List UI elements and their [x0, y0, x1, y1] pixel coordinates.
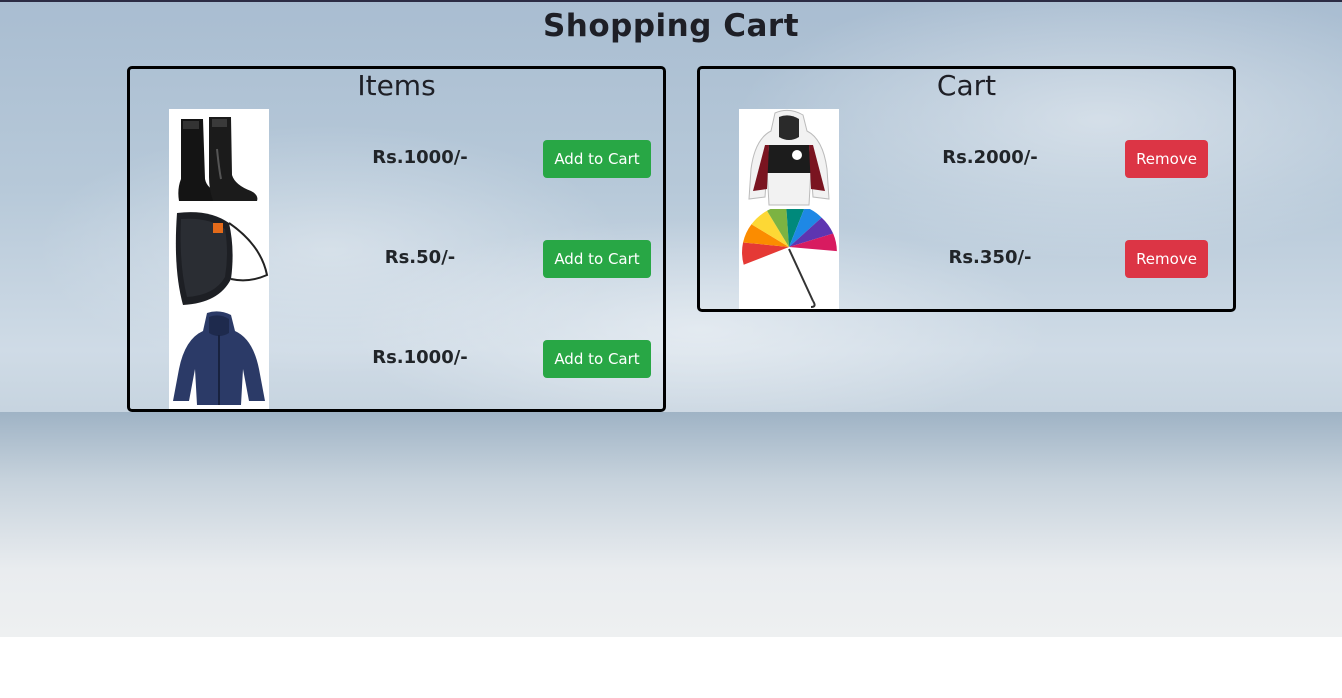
cart-panel-title: Cart: [936, 69, 997, 102]
add-to-cart-button[interactable]: Add to Cart: [543, 340, 651, 378]
item-row: Rs.1000/- Add to Cart: [130, 109, 663, 209]
face-mask-icon: [169, 209, 269, 309]
rain-jacket-icon: [169, 309, 269, 409]
page-title: Shopping Cart: [542, 8, 800, 44]
cart-row: Rs.350/- Remove: [700, 209, 1233, 309]
cart-item-price: Rs.350/-: [948, 247, 1032, 268]
add-to-cart-button[interactable]: Add to Cart: [543, 240, 651, 278]
add-to-cart-button[interactable]: Add to Cart: [543, 140, 651, 178]
items-panel: Items Rs.1000/- Add to Cart Rs.50/- Add …: [127, 66, 666, 412]
items-panel-title: Items: [357, 69, 436, 102]
cart-row: Rs.2000/- Remove: [700, 109, 1233, 209]
rubber-boots-icon: [169, 109, 269, 209]
top-border: [0, 0, 1342, 2]
remove-button[interactable]: Remove: [1125, 240, 1208, 278]
item-price: Rs.1000/-: [372, 147, 468, 168]
cart-panel: Cart Rs.2000/- Remove Rs.350/- Remove: [697, 66, 1236, 312]
hoodie-jacket-icon: [739, 109, 839, 209]
item-row: Rs.50/- Add to Cart: [130, 209, 663, 309]
item-price: Rs.50/-: [384, 247, 456, 268]
cart-item-price: Rs.2000/-: [942, 147, 1038, 168]
item-price: Rs.1000/-: [372, 347, 468, 368]
item-row: Rs.1000/- Add to Cart: [130, 309, 663, 409]
background-lower: [0, 412, 1342, 637]
umbrella-icon: [739, 209, 839, 309]
remove-button[interactable]: Remove: [1125, 140, 1208, 178]
